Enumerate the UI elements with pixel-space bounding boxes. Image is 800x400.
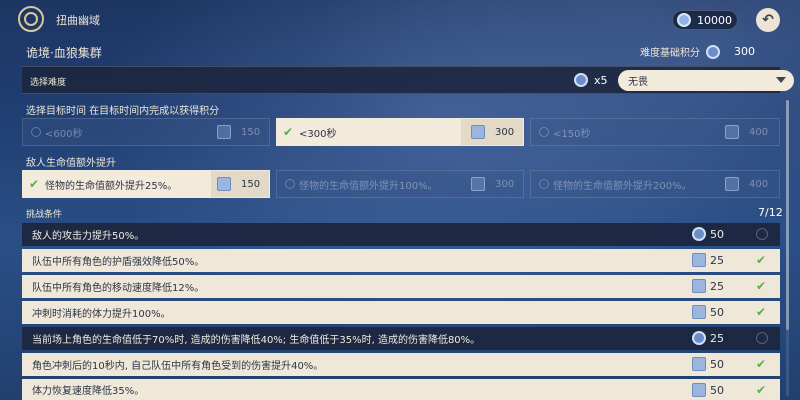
hp-option-100[interactable]: 怪物的生命值额外提升100%。 300 [276, 170, 524, 198]
difficulty-row: 选择难度 x5 无畏 [22, 66, 794, 94]
domain-emblem-icon [18, 6, 44, 32]
time-option-600[interactable]: <600秒 150 [22, 118, 270, 146]
check-icon: ✔ [756, 357, 767, 371]
chevron-down-icon [776, 77, 786, 83]
points-icon [692, 279, 706, 293]
hp-option-200[interactable]: 怪物的生命值额外提升200%。 400 [530, 170, 780, 198]
option-label: 怪物的生命值额外提升200%。 [553, 180, 692, 192]
time-option-150[interactable]: <150秒 400 [530, 118, 780, 146]
check-icon: ✔ [756, 305, 767, 319]
base-score-value: 300 [734, 45, 755, 58]
challenge-points: 50 [710, 306, 724, 319]
radio-icon [285, 179, 295, 189]
option-label: <150秒 [553, 128, 591, 140]
top-bar: 扭曲幽域 10000 ↶ [0, 0, 800, 38]
option-points: 400 [749, 127, 769, 138]
check-icon: ✔ [756, 279, 767, 293]
challenge-text: 队伍中所有角色的移动速度降低12%。 [32, 283, 205, 294]
difficulty-selected-value: 无畏 [628, 77, 648, 88]
check-icon: ✔ [756, 383, 767, 397]
check-icon: ✔ [283, 125, 294, 139]
challenge-text: 体力恢复速度降低35%。 [32, 386, 145, 397]
check-icon: ✔ [756, 253, 767, 267]
challenge-points: 50 [710, 228, 724, 241]
radio-icon [31, 127, 41, 137]
score-coin-icon [706, 44, 720, 59]
challenge-row[interactable]: 当前场上角色的生命值低于70%时, 造成的伤害降低40%; 生命值低于35%时,… [22, 327, 780, 350]
challenge-text: 角色冲刺后的10秒内, 自己队伍中所有角色受到的伤害提升40%。 [32, 361, 324, 372]
option-points: 300 [495, 179, 515, 190]
points-icon [692, 305, 706, 319]
option-label: <300秒 [299, 128, 337, 140]
points-icon [217, 177, 231, 191]
challenge-label: 挑战条件 [26, 210, 63, 220]
difficulty-multiplier: x5 [574, 73, 608, 87]
hp-option-25[interactable]: ✔ 怪物的生命值额外提升25%。 150 [22, 170, 270, 198]
challenge-points: 50 [710, 384, 724, 397]
challenge-row[interactable]: 体力恢复速度降低35%。 50 ✔ [22, 379, 780, 400]
currency-coin-icon [677, 13, 691, 27]
points-icon [471, 125, 485, 139]
multiplier-coin-icon [574, 73, 588, 87]
challenge-points: 25 [710, 280, 724, 293]
challenge-row[interactable]: 队伍中所有角色的护盾强效降低50%。 25 ✔ [22, 249, 780, 272]
currency-display: 10000 [672, 10, 738, 30]
option-label: 怪物的生命值额外提升100%。 [299, 180, 438, 192]
challenge-text: 敌人的攻击力提升50%。 [32, 231, 145, 242]
base-score-label: 难度基础积分 [640, 48, 700, 59]
points-icon [471, 177, 485, 191]
challenge-row[interactable]: 敌人的攻击力提升50%。 50 [22, 223, 780, 246]
radio-icon [539, 179, 549, 189]
option-label: 怪物的生命值额外提升25%。 [45, 180, 178, 192]
domain-name: 诡境·血狼集群 [26, 46, 102, 60]
option-label: <600秒 [45, 128, 83, 140]
points-coin-icon [692, 331, 706, 345]
challenge-points: 25 [710, 332, 724, 345]
points-icon [217, 125, 231, 139]
challenge-points: 25 [710, 254, 724, 267]
difficulty-label: 选择难度 [30, 78, 67, 88]
challenge-count: 7/12 [758, 206, 783, 219]
points-coin-icon [692, 227, 706, 241]
points-icon [692, 383, 706, 397]
hp-boost-label: 敌人生命值额外提升 [26, 158, 116, 169]
time-target-label: 选择目标时间 在目标时间内完成以获得积分 [26, 106, 220, 117]
option-points: 150 [241, 127, 261, 138]
currency-value: 10000 [697, 13, 732, 27]
check-icon: ✔ [29, 177, 40, 191]
points-icon [692, 357, 706, 371]
points-icon [725, 177, 739, 191]
challenge-row[interactable]: 角色冲刺后的10秒内, 自己队伍中所有角色受到的伤害提升40%。 50 ✔ [22, 353, 780, 376]
back-button[interactable]: ↶ [756, 8, 780, 32]
difficulty-dropdown[interactable]: 无畏 [618, 70, 794, 91]
challenge-points: 50 [710, 358, 724, 371]
challenge-text: 当前场上角色的生命值低于70%时, 造成的伤害降低40%; 生命值低于35%时,… [32, 335, 481, 346]
option-points: 300 [495, 127, 515, 138]
option-points: 150 [241, 179, 261, 190]
radio-icon [756, 228, 768, 240]
time-option-300[interactable]: ✔ <300秒 300 [276, 118, 524, 146]
scrollbar-thumb[interactable] [786, 100, 789, 330]
challenge-row[interactable]: 冲刺时消耗的体力提升100%。 50 ✔ [22, 301, 780, 324]
radio-icon [756, 332, 768, 344]
points-icon [692, 253, 706, 267]
challenge-text: 冲刺时消耗的体力提升100%。 [32, 309, 171, 320]
option-points: 400 [749, 179, 769, 190]
radio-icon [539, 127, 549, 137]
challenge-text: 队伍中所有角色的护盾强效降低50%。 [32, 257, 205, 268]
back-arrow-icon: ↶ [762, 12, 774, 28]
multiplier-value: x5 [594, 73, 608, 87]
challenge-row[interactable]: 队伍中所有角色的移动速度降低12%。 25 ✔ [22, 275, 780, 298]
page-title: 扭曲幽域 [56, 14, 100, 27]
points-icon [725, 125, 739, 139]
base-score: 难度基础积分 300 [640, 44, 755, 59]
